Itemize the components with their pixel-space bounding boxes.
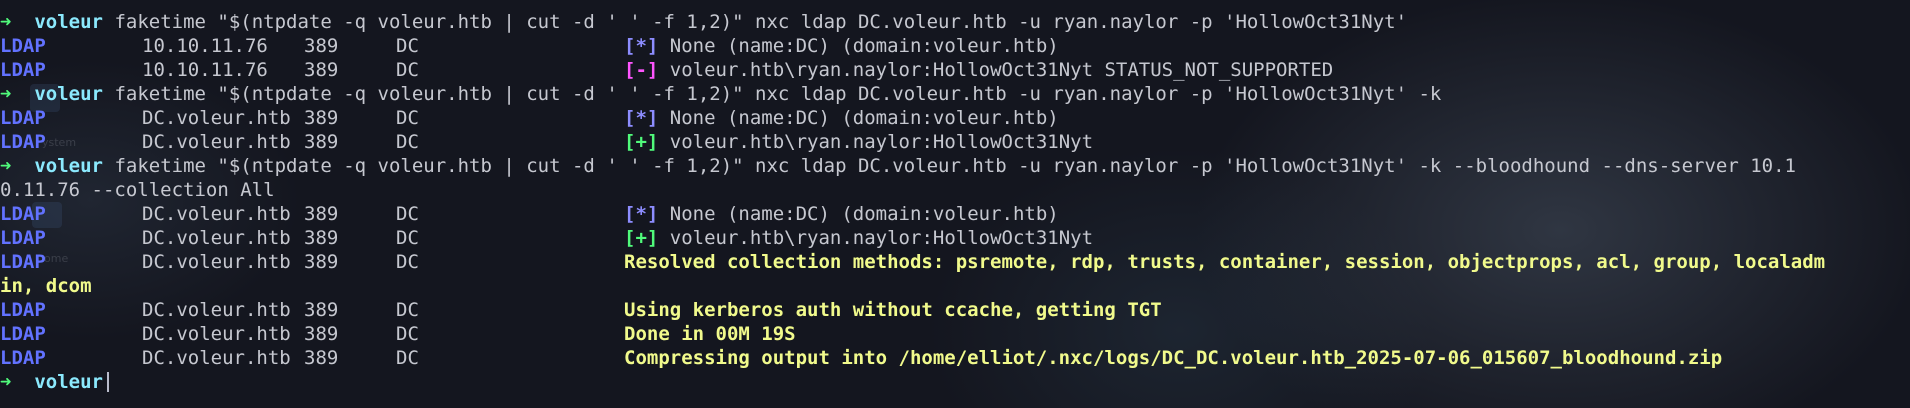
output-line: LDAP DC.voleur.htb 389 DC Done in 00M 19S [0, 322, 1910, 346]
host-address: 10.10.11.76 [142, 59, 268, 81]
command-wrap-line: 0.11.76 --collection All [0, 178, 1910, 202]
text-cursor[interactable] [106, 372, 109, 392]
host-name: DC [396, 35, 419, 57]
host-address: 10.10.11.76 [142, 35, 268, 57]
prompt-arrow-icon: ➜ [0, 83, 12, 105]
host-name: DC [396, 323, 419, 345]
protocol-label: LDAP [0, 299, 46, 321]
output-line: LDAP DC.voleur.htb 389 DC Using kerberos aut… [0, 298, 1910, 322]
host-name: DC [396, 59, 419, 81]
port-number: 389 [304, 131, 339, 153]
command-text: faketime "$(ntpdate -q voleur.htb | cut … [114, 83, 1442, 105]
host-name: DC [396, 251, 419, 273]
host-name: DC [396, 299, 419, 321]
protocol-label: LDAP [0, 203, 46, 225]
protocol-label: LDAP [0, 107, 46, 129]
port-number: 389 [304, 203, 339, 225]
port-number: 389 [304, 59, 339, 81]
output-line: LDAP DC.voleur.htb 389 DC [*] None (name:DC)… [0, 202, 1910, 226]
output-message: None (name:DC) (domain:voleur.htb) [669, 203, 1059, 225]
output-message-highlight: in, dcom [0, 275, 92, 297]
port-number: 389 [304, 35, 339, 57]
protocol-label: LDAP [0, 251, 46, 273]
status-tag-info: [*] [624, 107, 659, 129]
output-message-highlight: Compressing output into /home/elliot/.nx… [624, 347, 1723, 369]
protocol-label: LDAP [0, 323, 46, 345]
prompt-line: ➜ voleur faketime "$(ntpdate -q voleur.h… [0, 154, 1910, 178]
output-line: LDAP DC.voleur.htb 389 DC Resolved collectio… [0, 250, 1910, 274]
output-message-highlight: Done in 00M 19S [624, 323, 796, 345]
protocol-label: LDAP [0, 35, 46, 57]
protocol-label: LDAP [0, 227, 46, 249]
command-text: faketime "$(ntpdate -q voleur.htb | cut … [114, 155, 1796, 177]
host-name: DC [396, 347, 419, 369]
port-number: 389 [304, 107, 339, 129]
port-number: 389 [304, 323, 339, 345]
status-tag-info: [*] [624, 35, 659, 57]
host-address: DC.voleur.htb [142, 107, 291, 129]
protocol-label: LDAP [0, 347, 46, 369]
prompt-arrow-icon: ➜ [0, 371, 12, 393]
port-number: 389 [304, 347, 339, 369]
command-text: faketime "$(ntpdate -q voleur.htb | cut … [114, 11, 1408, 33]
output-message: None (name:DC) (domain:voleur.htb) [669, 107, 1059, 129]
prompt-directory: voleur [34, 11, 103, 33]
host-name: DC [396, 131, 419, 153]
status-tag-ok: [+] [624, 131, 659, 153]
host-address: DC.voleur.htb [142, 251, 291, 273]
output-message: voleur.htb\ryan.naylor:HollowOct31Nyt [669, 131, 1094, 153]
output-message: voleur.htb\ryan.naylor:HollowOct31Nyt [669, 227, 1094, 249]
command-text: 0.11.76 --collection All [0, 179, 275, 201]
output-message-highlight: Using kerberos auth without ccache, gett… [624, 299, 1162, 321]
host-address: DC.voleur.htb [142, 131, 291, 153]
output-message: None (name:DC) (domain:voleur.htb) [669, 35, 1059, 57]
host-address: DC.voleur.htb [142, 227, 291, 249]
output-line: LDAP 10.10.11.76 389 DC [*] None (name:DC) (… [0, 34, 1910, 58]
output-line: LDAP DC.voleur.htb 389 DC Compressing output… [0, 346, 1910, 370]
port-number: 389 [304, 299, 339, 321]
prompt-arrow-icon: ➜ [0, 11, 12, 33]
output-message-highlight: Resolved collection methods: psremote, r… [624, 251, 1826, 273]
output-line: LDAP DC.voleur.htb 389 DC [+] voleur.htb\rya… [0, 130, 1910, 154]
port-number: 389 [304, 227, 339, 249]
host-name: DC [396, 203, 419, 225]
host-address: DC.voleur.htb [142, 203, 291, 225]
port-number: 389 [304, 251, 339, 273]
protocol-label: LDAP [0, 131, 46, 153]
active-prompt-line[interactable]: ➜ voleur [0, 370, 1910, 394]
output-line: LDAP 10.10.11.76 389 DC [-] voleur.htb\ryan.… [0, 58, 1910, 82]
output-line: LDAP DC.voleur.htb 389 DC [+] voleur.htb\rya… [0, 226, 1910, 250]
output-line: LDAP DC.voleur.htb 389 DC [*] None (name:DC)… [0, 106, 1910, 130]
status-tag-ok: [+] [624, 227, 659, 249]
prompt-line: ➜ voleur faketime "$(ntpdate -q voleur.h… [0, 10, 1910, 34]
protocol-label: LDAP [0, 59, 46, 81]
terminal-window[interactable]: ➜ voleur faketime "$(ntpdate -q voleur.h… [0, 0, 1910, 408]
host-name: DC [396, 227, 419, 249]
status-tag-info: [*] [624, 203, 659, 225]
prompt-directory: voleur [34, 371, 103, 393]
host-address: DC.voleur.htb [142, 299, 291, 321]
host-name: DC [396, 107, 419, 129]
host-address: DC.voleur.htb [142, 323, 291, 345]
prompt-line: ➜ voleur faketime "$(ntpdate -q voleur.h… [0, 82, 1910, 106]
host-address: DC.voleur.htb [142, 347, 291, 369]
output-wrap-line: in, dcom [0, 274, 1910, 298]
prompt-directory: voleur [34, 83, 103, 105]
status-tag-fail: [-] [624, 59, 659, 81]
output-message: voleur.htb\ryan.naylor:HollowOct31Nyt ST… [669, 59, 1334, 81]
prompt-directory: voleur [34, 155, 103, 177]
prompt-arrow-icon: ➜ [0, 155, 12, 177]
